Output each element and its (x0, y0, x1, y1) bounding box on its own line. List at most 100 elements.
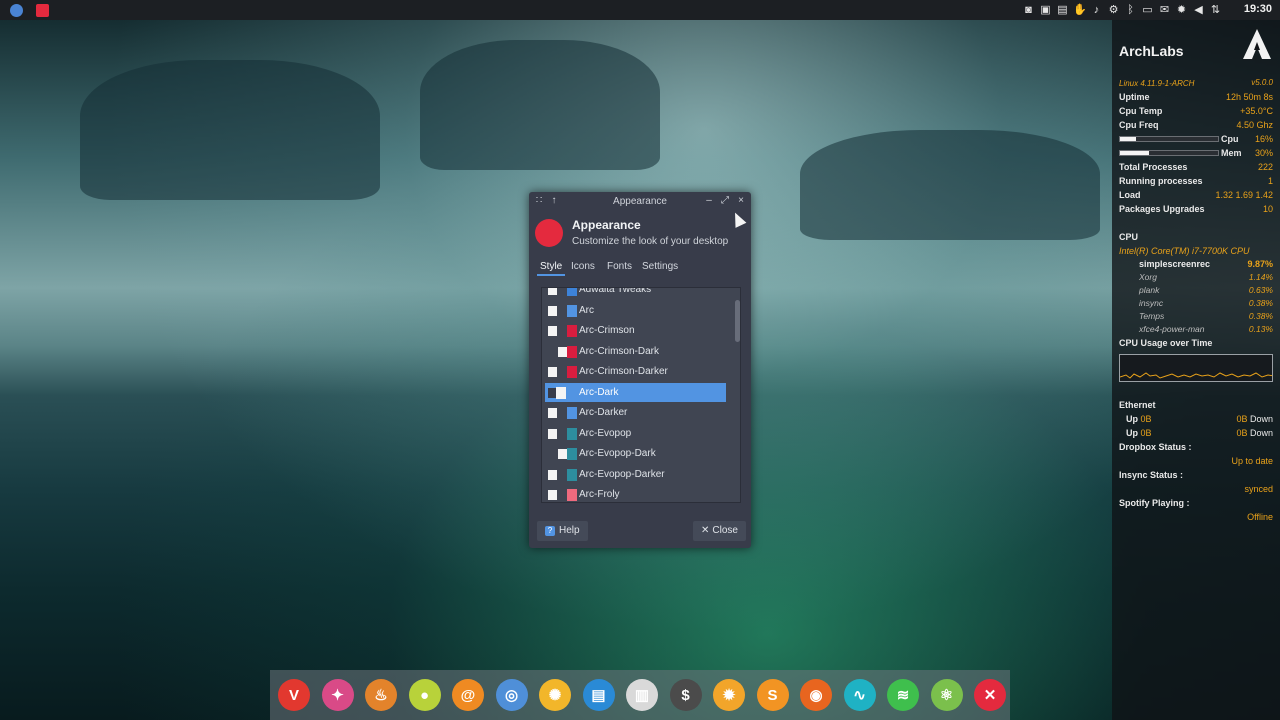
chromium-icon[interactable]: ◎ (495, 679, 528, 711)
gear-icon[interactable]: ✹ (1175, 4, 1188, 16)
list-item[interactable]: Arc-Crimson (545, 321, 726, 340)
mem-usage-bar (1119, 150, 1219, 156)
hand-icon[interactable]: ✋ (1073, 4, 1087, 16)
list-item[interactable]: Arc-Crimson-Dark (545, 342, 726, 361)
libreoffice-icon[interactable]: ▥ (626, 679, 658, 711)
close-x-icon: ✕ (701, 525, 710, 536)
clock[interactable]: 19:30 (1244, 3, 1272, 15)
dock: V ✦ ♨ ● @ ◎ ✺ ▤ ▥ $ ✹ S ◉ ∿ ≋ ⚛ ✕ (270, 670, 1010, 720)
hexchat-icon[interactable]: ✦ (321, 679, 354, 711)
cpu-graph-line (1120, 372, 1272, 379)
theme-swatch-bg (548, 469, 557, 480)
notes-icon[interactable]: ▤ (1056, 4, 1069, 16)
atom-icon[interactable]: ⚛ (930, 679, 963, 711)
uptime-row: Uptime 12h 50m 8s (1119, 92, 1273, 102)
cpu-temp-row: Cpu Temp +35.0°C (1119, 106, 1273, 116)
process-row: xfce4-power-man 0.13% (1139, 324, 1273, 334)
spotify-icon[interactable]: ≋ (887, 679, 919, 711)
maximize-icon[interactable]: ⤢ (719, 195, 731, 207)
cpu-graph-title: CPU Usage over Time (1119, 338, 1213, 348)
panel-archlabs-launcher[interactable] (32, 0, 52, 20)
tab-style[interactable]: Style (537, 259, 566, 276)
terminal-icon[interactable]: $ (669, 679, 702, 711)
volume-icon[interactable]: ◀ (1192, 4, 1205, 16)
vivaldi-icon[interactable]: V (278, 679, 310, 711)
total-processes-row: Total Processes 222 (1119, 162, 1273, 172)
list-item[interactable]: Arc-Evopop-Dark (545, 444, 726, 463)
theme-swatch-bg (548, 408, 557, 418)
dropbox-status-value: Up to date (1231, 456, 1273, 466)
process-row: Temps 0.38% (1139, 311, 1273, 321)
lemon-icon[interactable]: ● (408, 679, 441, 711)
firefox-icon[interactable]: ◉ (800, 679, 832, 711)
distro-version: v5.0.0 (1251, 78, 1273, 87)
archlabs-dock-icon[interactable]: ✕ (974, 679, 1006, 711)
list-item[interactable]: Adwaita Tweaks (545, 288, 726, 299)
close-icon[interactable]: × (735, 195, 747, 207)
tab-bar: Style Icons Fonts Settings (529, 256, 751, 278)
theme-swatch-accent (567, 489, 577, 501)
tab-icons[interactable]: Icons (568, 259, 598, 274)
cpu-graph-svg (1120, 372, 1272, 379)
tab-settings[interactable]: Settings (639, 259, 681, 274)
panel-chromium-launcher[interactable] (6, 0, 26, 20)
list-item[interactable]: Arc-Crimson-Darker (545, 362, 726, 381)
close-button[interactable]: ✕ Close (693, 521, 746, 541)
cpu-bar-fill (1120, 137, 1136, 141)
spotify-status-label: Spotify Playing : (1119, 498, 1190, 508)
list-item[interactable]: Arc-Froly (545, 485, 726, 502)
theme-swatch-accent (556, 386, 566, 399)
tab-fonts[interactable]: Fonts (604, 259, 635, 274)
ethernet-row: Up 0B 0B Down (1126, 414, 1273, 424)
mem-bar-fill (1120, 151, 1150, 155)
help-button[interactable]: ? Help (537, 521, 588, 541)
window-title: Appearance (613, 196, 667, 207)
floating-city-center (420, 40, 660, 170)
screen-icon[interactable]: ▭ (1141, 4, 1154, 16)
process-row: plank 0.63% (1139, 285, 1273, 295)
running-processes-row: Running processes 1 (1119, 176, 1273, 186)
process-row: insync 0.38% (1139, 298, 1273, 308)
settings-app-icon[interactable]: ✹ (713, 679, 745, 711)
theme-swatch-bg (548, 367, 557, 377)
conky-sidebar: ArchLabs Linux 4.11.9-1-ARCH v5.0.0 Upti… (1112, 20, 1280, 720)
dropbox-status-label: Dropbox Status : (1119, 442, 1192, 452)
audio-icon[interactable]: ∿ (843, 679, 876, 711)
camera-icon[interactable]: ◙ (1022, 4, 1035, 16)
theme-list-scrollbar[interactable] (735, 300, 740, 342)
list-item[interactable]: Arc-Evopop-Darker (545, 465, 726, 484)
cpu-bar-row: Cpu 16% (1119, 132, 1273, 146)
dialog-subtitle: Customize the look of your desktop (572, 236, 729, 247)
mail-icon[interactable]: ✉ (1158, 4, 1171, 16)
list-item[interactable]: Arc-Darker (545, 403, 726, 422)
theme-swatch-bg (548, 428, 557, 439)
ethernet-heading: Ethernet (1119, 400, 1156, 410)
window-titlebar[interactable]: ∷ ↑ Appearance – ⤢ × (529, 192, 751, 212)
theme-list[interactable]: Adwaita Tweaks Arc Arc-Crimson Arc-Crims… (541, 287, 741, 503)
system-tray: ◙ ▣ ▤ ✋ ♪ ⚙ ᛒ ▭ ✉ ✹ ◀ ⇅ (1022, 0, 1222, 20)
cpu-model: Intel(R) Core(TM) i7-7700K CPU (1119, 246, 1250, 256)
swirl-icon[interactable]: @ (452, 679, 484, 711)
process-row: Xorg 1.14% (1139, 272, 1273, 282)
theme-swatch-bg (548, 305, 557, 316)
appearance-dialog: ∷ ↑ Appearance – ⤢ × Appearance Customiz… (529, 192, 751, 548)
clipboard-icon[interactable]: ▣ (1039, 4, 1052, 16)
minimize-icon[interactable]: – (703, 195, 715, 207)
aperture-icon[interactable]: ✺ (539, 679, 571, 711)
theme-swatch-bg (558, 346, 567, 357)
list-item[interactable]: Arc-Evopop (545, 424, 726, 443)
cpu-heading: CPU (1119, 232, 1139, 242)
list-item[interactable]: Arc (545, 301, 726, 320)
settings-icon[interactable]: ⚙ (1107, 4, 1120, 16)
bluetooth-icon[interactable]: ᛒ (1124, 4, 1137, 16)
file-manager-icon[interactable]: ▤ (582, 679, 615, 711)
theme-swatch-bg (548, 326, 557, 336)
sublime-icon[interactable]: S (756, 679, 789, 711)
theme-swatch-accent (567, 345, 577, 358)
sound-icon[interactable]: ♪ (1090, 4, 1103, 16)
theme-swatch-accent (567, 304, 577, 317)
dialog-heading: Appearance (572, 218, 641, 232)
teapot-icon[interactable]: ♨ (365, 679, 397, 711)
list-item-selected[interactable]: Arc-Dark (545, 382, 726, 402)
network-icon[interactable]: ⇅ (1209, 4, 1222, 16)
